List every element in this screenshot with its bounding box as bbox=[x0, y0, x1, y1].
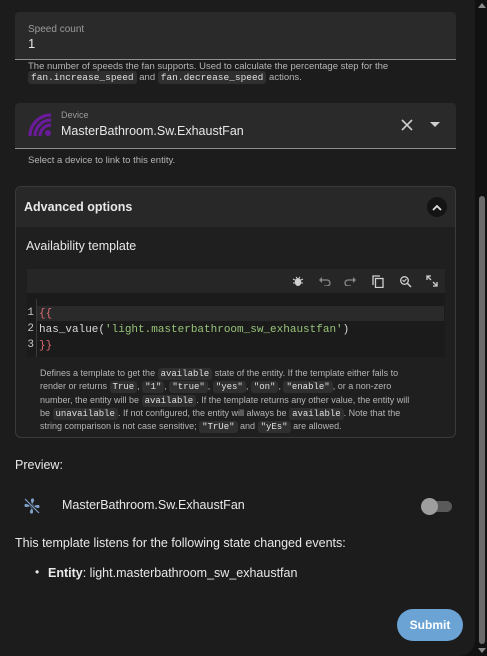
dialog: Speed count 1 The number of speeds the f… bbox=[0, 0, 475, 656]
entity-value: : light.masterbathroom_sw_exhaustfan bbox=[82, 566, 298, 580]
submit-button[interactable]: Submit bbox=[397, 609, 463, 641]
help-text: . If not configured, the entity will alw… bbox=[117, 407, 287, 418]
scrollbar[interactable] bbox=[476, 0, 487, 656]
help-code: "on" bbox=[250, 381, 279, 394]
help-text: number, the entity will be bbox=[40, 394, 140, 405]
code-line-2: has_value('light.masterbathroom_sw_exhau… bbox=[39, 323, 349, 338]
help-code: "true" bbox=[169, 381, 208, 394]
preview-entity-name: MasterBathroom.Sw.ExhaustFan bbox=[62, 498, 245, 512]
help-text: and bbox=[240, 421, 256, 432]
help-code: "yes" bbox=[212, 381, 246, 394]
helper-code: fan.decrease_speed bbox=[157, 71, 267, 84]
code-line-1: {{ bbox=[39, 307, 52, 322]
scroll-up-arrow[interactable] bbox=[478, 3, 486, 8]
scroll-down-arrow[interactable] bbox=[478, 648, 486, 653]
clear-icon[interactable] bbox=[399, 117, 415, 133]
device-value[interactable]: MasterBathroom.Sw.ExhaustFan bbox=[61, 124, 244, 138]
helper-text: and bbox=[139, 72, 156, 83]
advanced-options-title: Advanced options bbox=[24, 200, 133, 214]
speed-count-label: Speed count bbox=[28, 24, 85, 35]
help-text: are allowed. bbox=[293, 421, 342, 432]
copy-icon[interactable] bbox=[371, 274, 385, 288]
speed-count-value[interactable]: 1 bbox=[28, 36, 35, 51]
advanced-options-panel: Advanced options Availability template 1… bbox=[15, 186, 456, 438]
active-line-highlight bbox=[37, 306, 444, 321]
editor-toolbar bbox=[27, 269, 445, 293]
device-helper: Select a device to link to this entity. bbox=[28, 155, 176, 166]
help-code: "enable" bbox=[283, 381, 333, 394]
help-code: available bbox=[289, 407, 344, 420]
code-line-3: }} bbox=[39, 339, 52, 354]
fan-off-icon bbox=[23, 497, 41, 515]
device-label: Device bbox=[61, 110, 89, 120]
device-picker[interactable]: Device MasterBathroom.Sw.ExhaustFan bbox=[15, 103, 456, 149]
chevron-up-icon[interactable] bbox=[427, 197, 447, 217]
availability-template-title: Availability template bbox=[26, 239, 137, 253]
gutter-divider bbox=[36, 299, 37, 357]
bug-icon[interactable] bbox=[291, 274, 305, 288]
help-code: "1" bbox=[142, 381, 165, 394]
preview-label: Preview: bbox=[15, 458, 63, 472]
help-text: be bbox=[40, 407, 51, 418]
preview-toggle-knob[interactable] bbox=[421, 498, 438, 515]
listens-entity-item: Entity: light.masterbathroom_sw_exhaustf… bbox=[48, 566, 297, 580]
helper-code: fan.increase_speed bbox=[28, 71, 137, 84]
help-code: available bbox=[157, 368, 213, 380]
code-paren: ) bbox=[342, 324, 350, 336]
bullet-dot: • bbox=[35, 565, 40, 579]
help-code: True bbox=[109, 381, 138, 394]
advanced-options-header[interactable]: Advanced options bbox=[16, 187, 455, 227]
line-number: 1 bbox=[27, 307, 34, 319]
chevron-down-icon[interactable] bbox=[428, 119, 442, 131]
code-string: 'light.masterbathroom_sw_exhaustfan' bbox=[105, 324, 343, 336]
fullscreen-icon[interactable] bbox=[425, 274, 439, 288]
redo-icon[interactable] bbox=[343, 274, 357, 288]
line-number: 2 bbox=[27, 323, 34, 335]
help-code: "TrUe" bbox=[199, 421, 238, 434]
listens-description: This template listens for the following … bbox=[15, 536, 346, 550]
help-text: render or returns bbox=[40, 381, 108, 392]
line-number: 3 bbox=[27, 339, 34, 351]
help-text: , or a non-zero bbox=[332, 381, 392, 392]
help-text: state of the entity. If the template eit… bbox=[214, 368, 399, 378]
help-text: . If the template returns any other valu… bbox=[196, 394, 410, 405]
scroll-thumb[interactable] bbox=[479, 196, 485, 644]
help-text: Defines a template to get the bbox=[40, 368, 156, 378]
wifi-tilted-icon bbox=[27, 112, 53, 138]
helper-text: actions. bbox=[269, 72, 302, 83]
help-code: "yEs" bbox=[257, 421, 291, 434]
help-text: . Note that the bbox=[343, 407, 401, 418]
code-editor[interactable]: 1 2 3 {{ has_value('light.masterbathroom… bbox=[27, 269, 445, 357]
code-brace: }} bbox=[39, 340, 53, 352]
help-code: available bbox=[141, 394, 197, 407]
search-replace-icon[interactable] bbox=[398, 274, 412, 288]
undo-icon[interactable] bbox=[317, 274, 331, 288]
speed-count-field[interactable]: Speed count 1 bbox=[15, 12, 456, 60]
availability-help-text: Defines a template to get the available … bbox=[40, 368, 410, 434]
help-code: unavailable bbox=[52, 407, 118, 420]
entity-label: Entity bbox=[48, 566, 83, 580]
help-text: string comparison is not case sensitive; bbox=[40, 421, 197, 432]
code-function: has_value( bbox=[39, 324, 106, 336]
speed-count-helper: The number of speeds the fan supports. U… bbox=[28, 61, 448, 84]
code-brace: {{ bbox=[39, 308, 53, 320]
